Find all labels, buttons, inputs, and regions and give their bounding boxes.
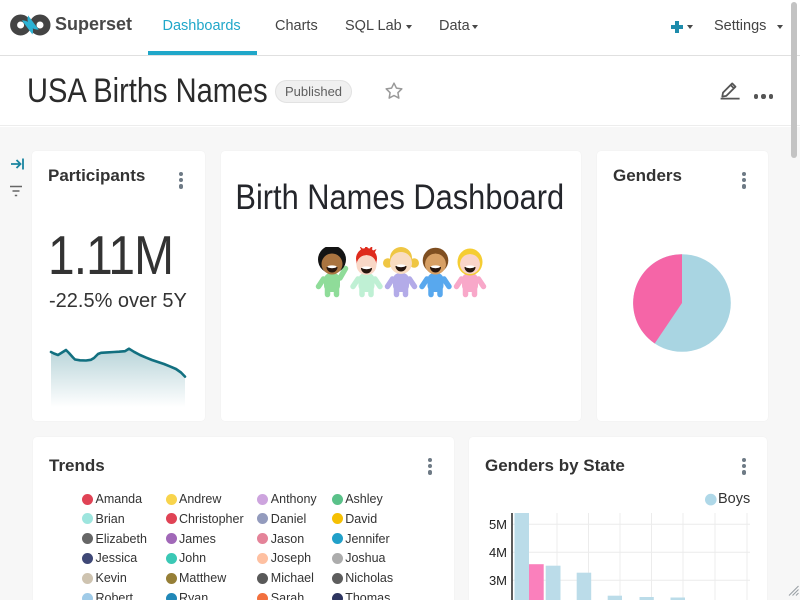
svg-text:5M: 5M xyxy=(489,517,507,532)
svg-text:3M: 3M xyxy=(489,573,507,588)
svg-text:Boys: Boys xyxy=(718,491,750,507)
svg-text:4M: 4M xyxy=(489,545,507,560)
